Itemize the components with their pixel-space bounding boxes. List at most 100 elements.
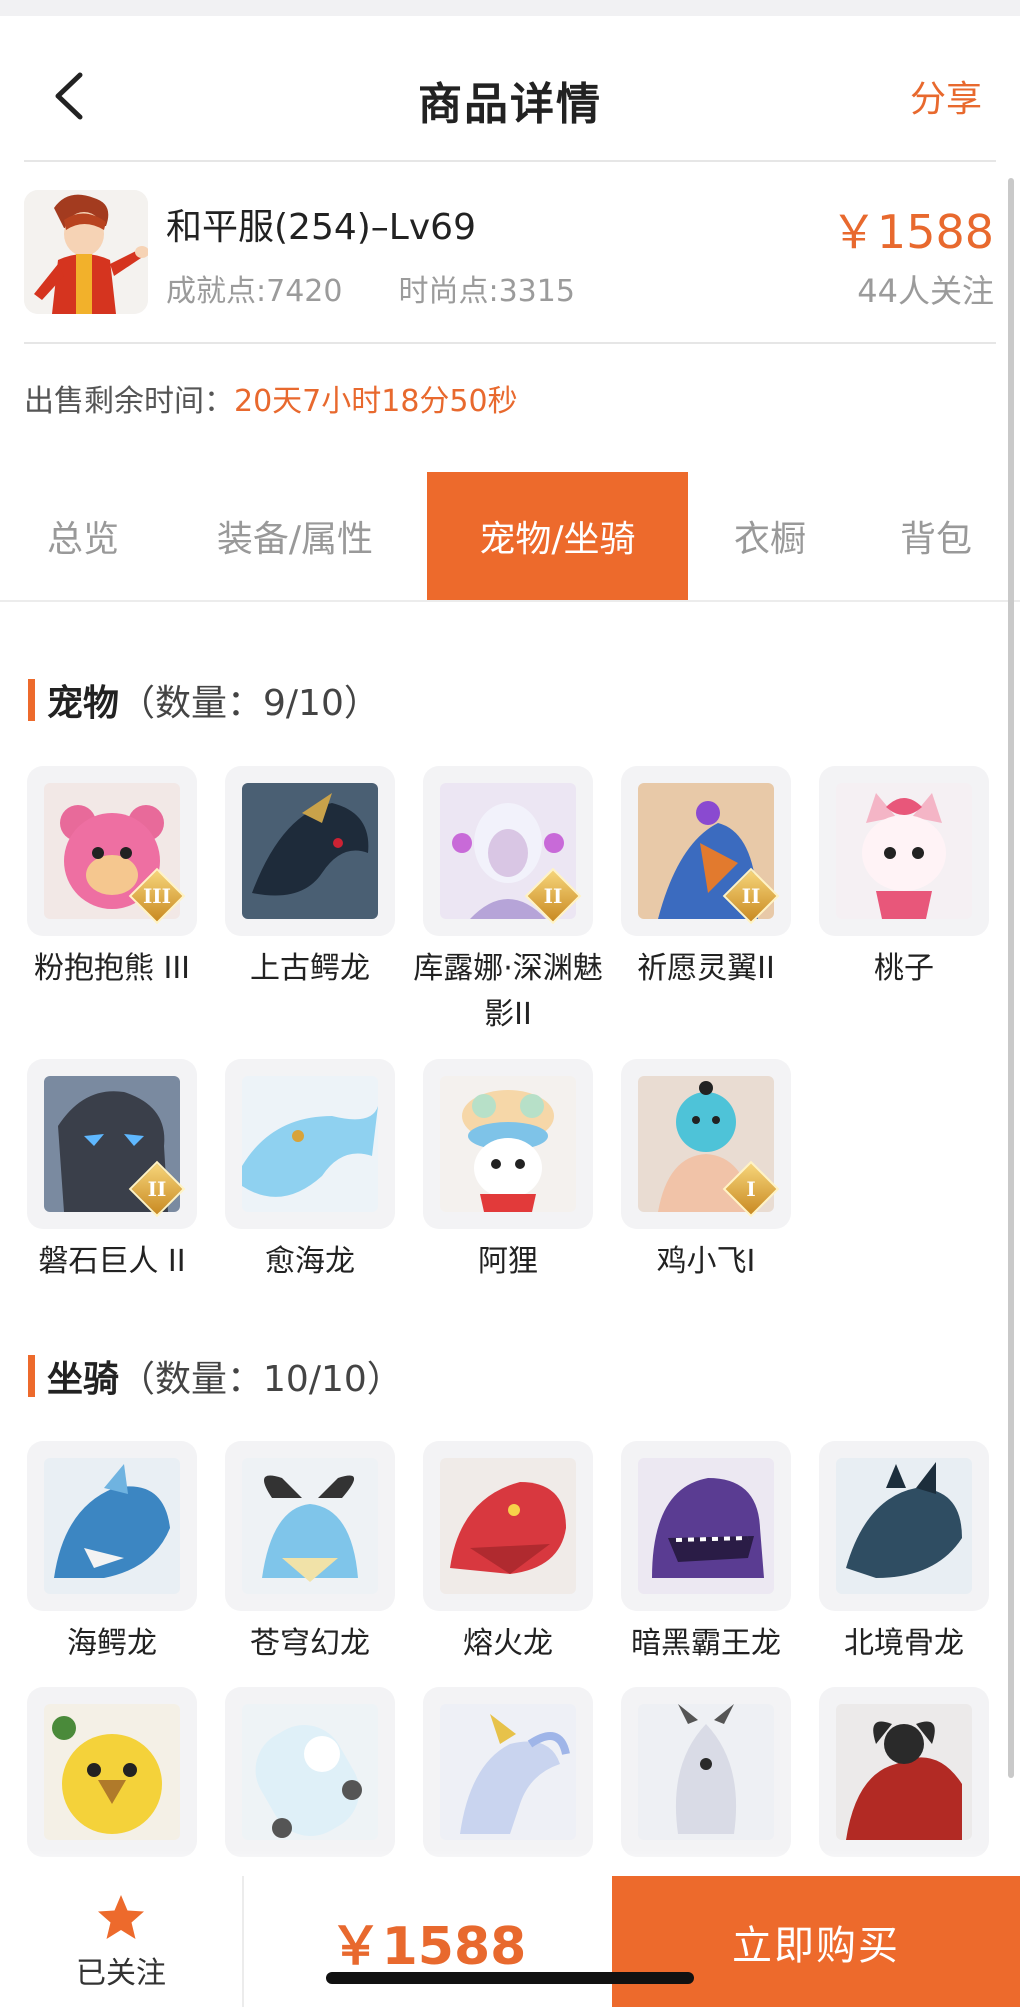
pet-item[interactable]: II 磐石巨人 II xyxy=(27,1059,197,1285)
tier-badge-label: II xyxy=(741,884,761,908)
pet-thumbnail[interactable] xyxy=(225,1059,395,1229)
pet-thumbnail[interactable] xyxy=(423,1059,593,1229)
section-marker xyxy=(28,679,35,721)
bottom-price: ￥1588 xyxy=(329,1917,527,1977)
mount-item[interactable] xyxy=(621,1687,791,1867)
mount-item[interactable]: 熔火龙 xyxy=(423,1441,593,1667)
pet-thumbnail[interactable] xyxy=(819,766,989,936)
pet-thumbnail[interactable]: III xyxy=(27,766,197,936)
mount-item[interactable]: 暗黑霸王龙 xyxy=(621,1441,791,1667)
pet-name: 愈海龙 xyxy=(265,1244,355,1279)
tier-badge-label: III xyxy=(142,884,172,908)
pet-item[interactable]: 阿狸 xyxy=(423,1059,593,1285)
pet-thumbnail[interactable]: I xyxy=(621,1059,791,1229)
mount-name: 北境骨龙 xyxy=(844,1626,964,1661)
tab-pets-mounts[interactable]: 宠物/坐骑 xyxy=(427,472,688,600)
section-marker xyxy=(28,1355,35,1397)
pet-item[interactable]: II 祈愿灵翼II xyxy=(621,766,791,992)
divider xyxy=(24,342,996,344)
pet-item[interactable]: 愈海龙 xyxy=(225,1059,395,1285)
tab-bar: 总览 装备/属性 宠物/坐骑 衣橱 背包 xyxy=(0,472,1020,602)
tab-equipment[interactable]: 装备/属性 xyxy=(190,472,400,600)
mount-thumbnail[interactable] xyxy=(225,1441,395,1611)
mount-thumbnail[interactable] xyxy=(621,1687,791,1857)
mount-item[interactable] xyxy=(225,1687,395,1867)
mount-item[interactable] xyxy=(819,1687,989,1867)
crocodile-dragon-icon xyxy=(242,783,378,919)
buy-now-button[interactable]: 立即购买 xyxy=(612,1876,1020,2007)
follow-button[interactable]: 已关注 xyxy=(0,1876,244,2007)
mount-thumbnail[interactable] xyxy=(27,1441,197,1611)
character-avatar-icon xyxy=(24,190,148,314)
pet-item[interactable]: I 鸡小飞I xyxy=(621,1059,791,1285)
mount-item[interactable] xyxy=(423,1687,593,1867)
sale-time-label: 出售剩余时间： xyxy=(24,384,234,419)
tier-badge-label: II xyxy=(147,1177,167,1201)
mount-thumbnail[interactable] xyxy=(819,1441,989,1611)
pet-thumbnail[interactable]: II xyxy=(27,1059,197,1229)
mount-thumbnail[interactable] xyxy=(621,1441,791,1611)
mount-name: 熔火龙 xyxy=(463,1626,553,1661)
pet-name: 祈愿灵翼II xyxy=(637,951,775,986)
status-strip xyxy=(0,0,1020,16)
pets-count: （数量：9/10） xyxy=(119,683,380,724)
fire-beast-icon xyxy=(836,1704,972,1840)
peach-cat-icon xyxy=(836,783,972,919)
pet-name: 库露娜·深渊魅影II xyxy=(413,951,603,1032)
scroll-fade xyxy=(0,1850,1020,1878)
pet-name: 上古鳄龙 xyxy=(250,951,370,986)
skateboard-icon xyxy=(242,1704,378,1840)
tier-badge-label: II xyxy=(543,884,563,908)
product-price: ￥1588 xyxy=(830,205,994,259)
tab-wardrobe[interactable]: 衣橱 xyxy=(712,472,828,600)
bone-dragon-icon xyxy=(836,1458,972,1594)
pet-item[interactable]: III 粉抱抱熊 III xyxy=(27,766,197,992)
divider xyxy=(24,160,996,162)
mount-item[interactable]: 北境骨龙 xyxy=(819,1441,989,1667)
pet-item[interactable]: 桃子 xyxy=(819,766,989,992)
home-indicator xyxy=(326,1972,694,1984)
rooster-mount-icon xyxy=(44,1704,180,1840)
share-button[interactable]: 分享 xyxy=(910,70,982,122)
silver-dragon-icon xyxy=(638,1704,774,1840)
pet-name: 鸡小飞I xyxy=(656,1244,756,1279)
sky-dragon-icon xyxy=(242,1458,378,1594)
dark-trex-icon xyxy=(638,1458,774,1594)
character-avatar xyxy=(24,190,148,314)
navbar: 商品详情 分享 xyxy=(0,16,1020,162)
pet-item[interactable]: 上古鳄龙 xyxy=(225,766,395,992)
tab-backpack[interactable]: 背包 xyxy=(880,472,992,600)
follow-label: 已关注 xyxy=(76,1955,166,1991)
mount-thumbnail[interactable] xyxy=(423,1441,593,1611)
mount-item[interactable]: 苍穹幻龙 xyxy=(225,1441,395,1667)
pet-thumbnail[interactable]: II xyxy=(621,766,791,936)
pet-thumbnail[interactable] xyxy=(225,766,395,936)
scrollbar[interactable] xyxy=(1008,178,1014,1778)
tier-badge-label: I xyxy=(746,1177,756,1201)
page-title: 商品详情 xyxy=(418,79,602,130)
star-icon xyxy=(98,1894,144,1939)
sale-time-row: 出售剩余时间：20天7小时18分50秒 xyxy=(24,376,518,420)
mount-thumbnail[interactable] xyxy=(423,1687,593,1857)
mount-thumbnail[interactable] xyxy=(819,1687,989,1857)
tab-overview[interactable]: 总览 xyxy=(20,472,146,600)
bottom-bar: 已关注 ￥1588 立即购买 xyxy=(0,1876,1020,2007)
mount-thumbnail[interactable] xyxy=(27,1687,197,1857)
mounts-count: （数量：10/10） xyxy=(119,1359,403,1400)
sea-dragon-icon xyxy=(242,1076,378,1212)
fashion-points: 时尚点:3315 xyxy=(398,274,575,309)
sale-time-value: 20天7小时18分50秒 xyxy=(234,384,518,419)
pet-item[interactable]: II 库露娜·深渊魅影II xyxy=(413,766,603,1038)
mount-thumbnail[interactable] xyxy=(225,1687,395,1857)
pets-title: 宠物 xyxy=(47,683,120,724)
mount-item[interactable]: 海鳄龙 xyxy=(27,1441,197,1667)
product-stats: 成就点:7420 时尚点:3315 xyxy=(166,266,631,310)
product-name: 和平服(254)–Lv69 xyxy=(166,207,476,248)
pet-thumbnail[interactable]: II xyxy=(423,766,593,936)
pet-name: 阿狸 xyxy=(478,1244,538,1279)
followers-count: 44人关注 xyxy=(857,272,994,310)
mount-item[interactable] xyxy=(27,1687,197,1867)
pet-name: 磐石巨人 II xyxy=(38,1244,186,1279)
mount-name: 暗黑霸王龙 xyxy=(631,1626,781,1661)
pets-section-title: 宠物 （数量：9/10） xyxy=(28,674,380,726)
